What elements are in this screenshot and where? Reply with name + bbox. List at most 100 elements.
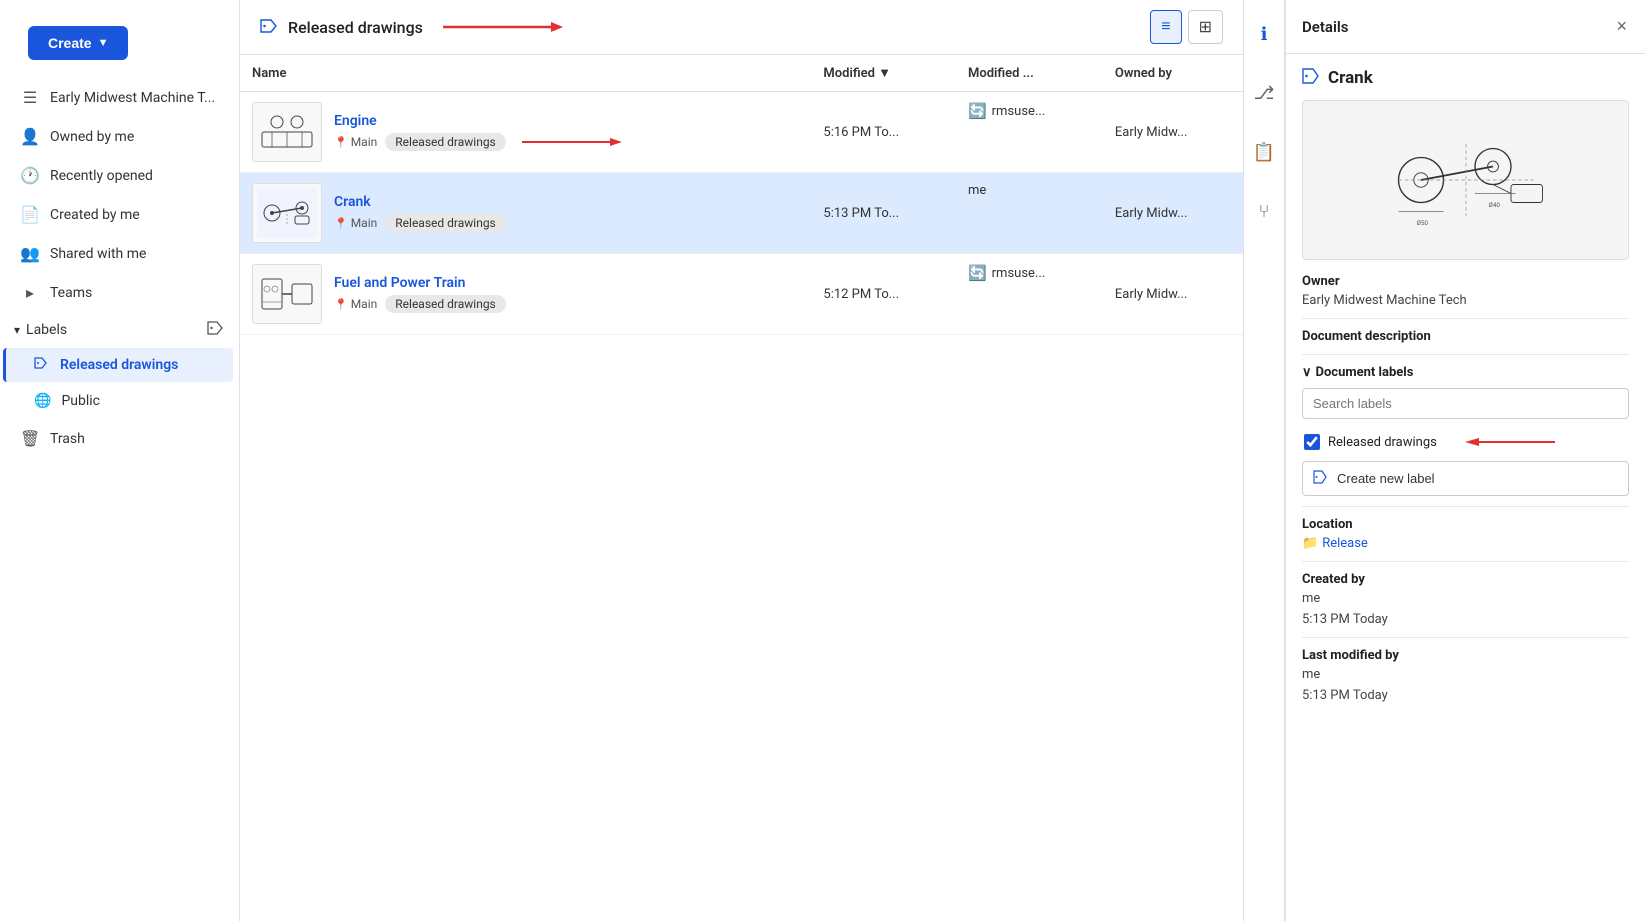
teams-label: Teams bbox=[50, 285, 92, 301]
modified-by-cell: 🔄 rmsuse... bbox=[956, 92, 1103, 130]
divider bbox=[1302, 318, 1629, 319]
details-header: Details × bbox=[1286, 0, 1645, 54]
topbar-arrow-indicator bbox=[443, 18, 563, 36]
modified-cell: 5:13 PM To... bbox=[811, 173, 956, 254]
created-by-label: Created by bbox=[1302, 572, 1629, 587]
created-by-me-label: Created by me bbox=[50, 207, 140, 223]
sidebar-item-recently-opened[interactable]: 🕐 Recently opened bbox=[6, 157, 233, 194]
sidebar-item-owned-by-me[interactable]: 👤 Owned by me bbox=[6, 118, 233, 155]
doc-name: Engine bbox=[334, 113, 622, 129]
svg-text:Ø40: Ø40 bbox=[1488, 201, 1500, 209]
chevron-down-icon: ▾ bbox=[14, 323, 20, 337]
create-button-label: Create bbox=[48, 35, 92, 51]
doc-label-tag[interactable]: Released drawings bbox=[385, 133, 506, 151]
label-item-text: Released drawings bbox=[1328, 435, 1437, 450]
modified-by-cell: me bbox=[956, 173, 1103, 208]
sort-icon: ▼ bbox=[878, 66, 891, 81]
sidebar-item-teams[interactable]: ▸ Teams bbox=[6, 274, 233, 311]
user-circle-icon: 👤 bbox=[20, 127, 40, 146]
details-history-tab[interactable]: 📋 bbox=[1245, 130, 1283, 175]
doc-preview: Ø50 Ø40 bbox=[1302, 100, 1629, 260]
divider bbox=[1302, 506, 1629, 507]
labels-header-label: Labels bbox=[26, 322, 67, 338]
details-close-button[interactable]: × bbox=[1614, 14, 1629, 39]
doc-label-tag[interactable]: Released drawings bbox=[385, 295, 506, 313]
public-label: Public bbox=[61, 393, 100, 409]
create-label-btn-text: Create new label bbox=[1337, 471, 1435, 486]
doc-label-tag[interactable]: Released drawings bbox=[385, 214, 506, 232]
sidebar-org-name[interactable]: ☰ Early Midwest Machine T... bbox=[6, 79, 233, 116]
details-versions-tab[interactable]: ⑂ bbox=[1251, 189, 1278, 234]
labels-section-header[interactable]: ▾ Labels bbox=[0, 312, 239, 347]
modified-cell: 5:12 PM To... bbox=[811, 254, 956, 335]
owner-cell: Early Midw... bbox=[1103, 173, 1243, 254]
label-arrow-indicator bbox=[1465, 435, 1555, 449]
table-row[interactable]: Engine 📍 Main Released drawings bbox=[240, 92, 1243, 173]
details-info-tab[interactable]: ℹ bbox=[1253, 12, 1276, 57]
last-modified-label: Last modified by bbox=[1302, 648, 1629, 663]
create-new-label-button[interactable]: Create new label bbox=[1302, 461, 1629, 496]
doc-name: Fuel and Power Train bbox=[334, 275, 506, 291]
created-by-value: me bbox=[1302, 591, 1629, 606]
table-row[interactable]: Fuel and Power Train 📍 Main Released dra… bbox=[240, 254, 1243, 335]
col-modified-by[interactable]: Modified ... bbox=[956, 55, 1103, 92]
topbar: Released drawings ≡ ⊞ bbox=[240, 0, 1243, 55]
trash-label: Trash bbox=[50, 431, 85, 447]
document-icon: 📄 bbox=[20, 205, 40, 224]
sidebar-item-shared-with-me[interactable]: 👥 Shared with me bbox=[6, 235, 233, 272]
topbar-label-icon bbox=[260, 18, 278, 37]
label-search-input[interactable] bbox=[1302, 388, 1629, 419]
sidebar: Create ▼ ☰ Early Midwest Machine T... 👤 … bbox=[0, 0, 240, 921]
doc-labels-header: ∨ Document labels bbox=[1302, 365, 1629, 380]
sidebar-item-created-by-me[interactable]: 📄 Created by me bbox=[6, 196, 233, 233]
branch-pin-icon: 📍 bbox=[334, 298, 348, 311]
doc-name: Crank bbox=[334, 194, 506, 210]
user-sync-icon: 🔄 bbox=[968, 102, 987, 120]
col-owned-by[interactable]: Owned by bbox=[1103, 55, 1243, 92]
location-label: Location bbox=[1302, 517, 1629, 532]
sidebar-item-public[interactable]: 🌐 Public bbox=[6, 384, 233, 418]
table-row[interactable]: Crank 📍 Main Released drawings bbox=[240, 173, 1243, 254]
create-label-icon bbox=[1313, 470, 1329, 487]
doc-thumbnail bbox=[252, 264, 322, 324]
dropdown-arrow-icon: ▼ bbox=[98, 37, 109, 49]
released-drawings-nav-label: Released drawings bbox=[60, 357, 178, 373]
col-modified[interactable]: Modified ▼ bbox=[811, 55, 956, 92]
trash-icon: 🗑 bbox=[20, 429, 40, 448]
topbar-title-text: Released drawings bbox=[288, 18, 423, 37]
svg-text:Ø50: Ø50 bbox=[1416, 219, 1428, 227]
created-time: 5:13 PM Today bbox=[1302, 612, 1629, 627]
grid-view-button[interactable]: ⊞ bbox=[1188, 10, 1223, 44]
last-modified-value: me bbox=[1302, 667, 1629, 682]
owner-value: Early Midwest Machine Tech bbox=[1302, 293, 1629, 308]
topbar-title: Released drawings bbox=[288, 18, 423, 37]
doc-branch: 📍 Main bbox=[334, 216, 377, 230]
owned-by-me-label: Owned by me bbox=[50, 129, 134, 145]
label-add-icon[interactable] bbox=[207, 320, 225, 339]
org-icon: ☰ bbox=[20, 88, 40, 107]
recently-opened-label: Recently opened bbox=[50, 168, 153, 184]
divider bbox=[1302, 354, 1629, 355]
engine-label-arrow bbox=[522, 135, 622, 149]
documents-table-container: Name Modified ▼ Modified ... Owned by bbox=[240, 55, 1243, 921]
topbar-left: Released drawings bbox=[260, 18, 563, 37]
released-drawings-checkbox[interactable] bbox=[1304, 434, 1320, 450]
table-header: Name Modified ▼ Modified ... Owned by bbox=[240, 55, 1243, 92]
details-share-tab[interactable]: ⎇ bbox=[1246, 71, 1283, 116]
details-content: Crank Ø50 Ø40 bbox=[1286, 54, 1645, 921]
location-link[interactable]: 📁 Release bbox=[1302, 536, 1629, 551]
details-panel: Details × Crank bbox=[1285, 0, 1645, 921]
main-content: Released drawings ≡ ⊞ Name bbox=[240, 0, 1243, 921]
sidebar-item-released-drawings[interactable]: Released drawings bbox=[3, 348, 233, 382]
label-item: Released drawings bbox=[1302, 429, 1629, 455]
teams-icon: ▸ bbox=[20, 283, 40, 302]
people-icon: 👥 bbox=[20, 244, 40, 263]
list-view-button[interactable]: ≡ bbox=[1150, 10, 1181, 44]
globe-icon: 🌐 bbox=[34, 393, 51, 409]
owner-label: Owner bbox=[1302, 274, 1629, 289]
location-value: Release bbox=[1322, 536, 1368, 551]
col-name[interactable]: Name bbox=[240, 55, 811, 92]
create-button[interactable]: Create ▼ bbox=[28, 26, 128, 60]
divider bbox=[1302, 561, 1629, 562]
sidebar-item-trash[interactable]: 🗑 Trash bbox=[6, 420, 233, 457]
